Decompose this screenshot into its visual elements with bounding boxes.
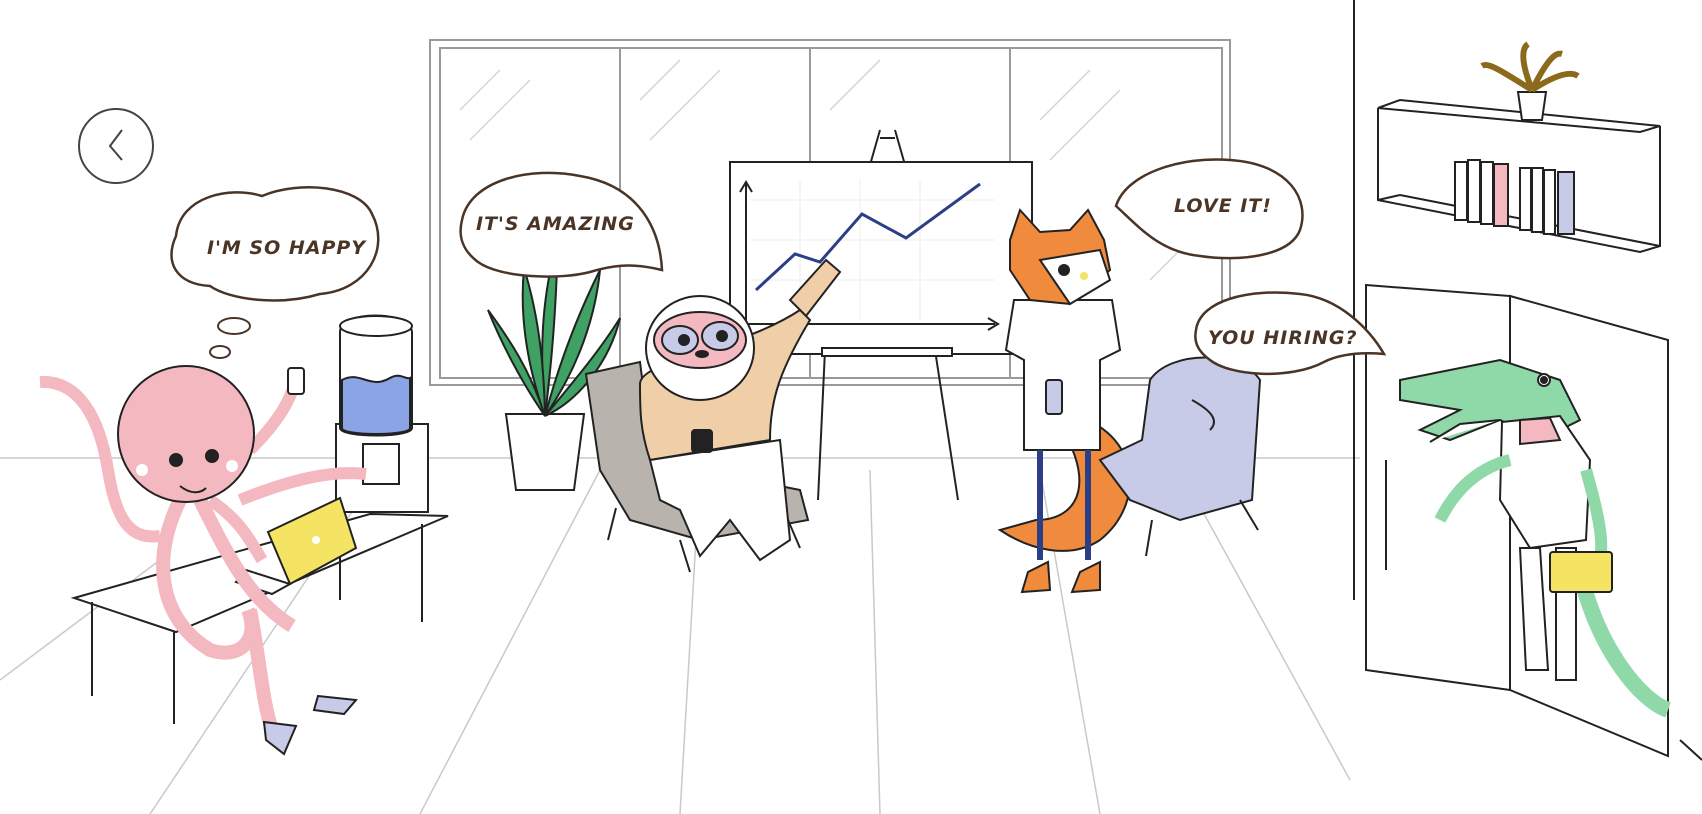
chevron-left-icon (108, 129, 123, 161)
bubble-text-octopus: I'M SO HAPPY (207, 237, 367, 259)
shelf-plant (1480, 41, 1580, 121)
speech-bubble-crocodile: YOU HIRING? (1194, 291, 1387, 376)
speech-bubble-fox: LOVE IT! (1114, 158, 1304, 260)
books (1454, 159, 1575, 235)
office-illustration: I'M SO HAPPY IT'S AMAZING LOVE IT! YOU H… (0, 0, 1702, 814)
bubble-text-crocodile: YOU HIRING? (1208, 327, 1357, 349)
fox-character (997, 208, 1131, 594)
speech-bubble-sloth: IT'S AMAZING (459, 171, 664, 278)
armchair-lavender (1098, 356, 1262, 557)
bubble-text-fox: LOVE IT! (1174, 195, 1272, 217)
back-button[interactable] (78, 108, 154, 184)
water-cooler (335, 314, 429, 513)
bookshelf (1377, 41, 1661, 254)
bubble-text-sloth: IT'S AMAZING (476, 213, 635, 235)
